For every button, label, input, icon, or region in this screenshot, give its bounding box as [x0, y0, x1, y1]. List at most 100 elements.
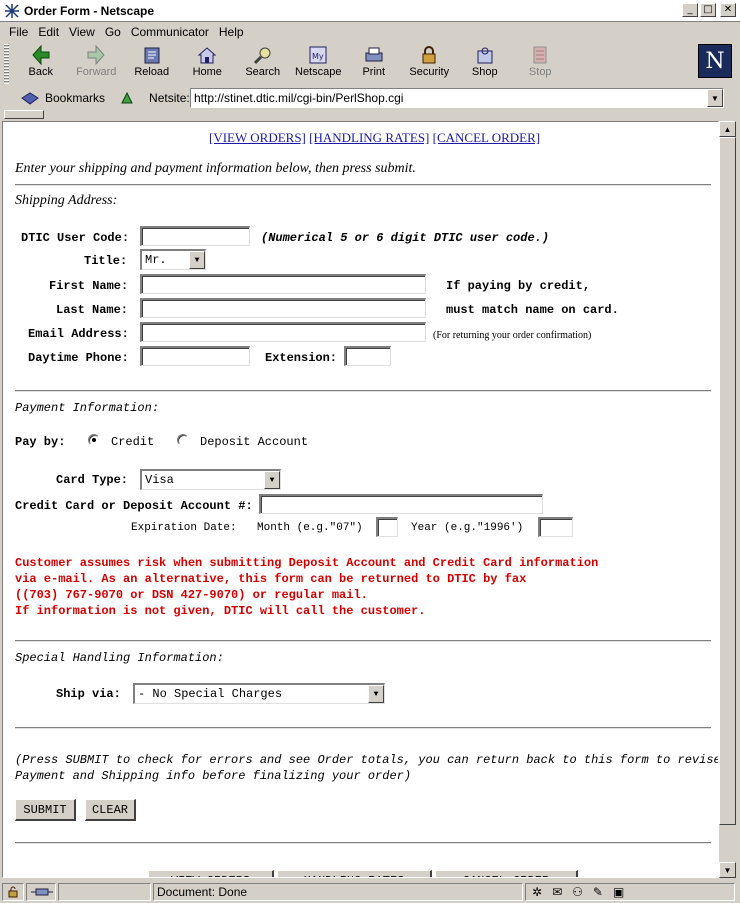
title-dropdown-button[interactable]: ▼ [189, 251, 205, 269]
home-label: Home [192, 66, 222, 78]
bookmarks-button[interactable]: Bookmarks [20, 90, 105, 106]
reload-label: Reload [134, 66, 170, 78]
url-input[interactable]: http://stinet.dtic.mil/cgi-bin/PerlShop.… [190, 88, 724, 108]
scroll-down-button[interactable]: ▼ [719, 862, 736, 878]
composer-icon[interactable]: ✎ [593, 885, 603, 899]
print-label: Print [362, 66, 386, 78]
url-dropdown-button[interactable]: ▼ [707, 89, 723, 107]
view-orders-button[interactable]: VIEW ORDERS [148, 870, 274, 877]
ship-via-dropdown-button[interactable]: ▼ [368, 685, 384, 703]
intro-text: Enter your shipping and payment informat… [15, 161, 416, 176]
navigator-icon[interactable]: ✲ [532, 885, 542, 899]
dtic-code-field[interactable] [140, 226, 250, 246]
collapsed-toolbar-tab[interactable] [4, 110, 44, 119]
card-type-dropdown-button[interactable]: ▼ [264, 471, 280, 489]
phone-label: Daytime Phone: [28, 351, 129, 365]
warning-line-4: If information is not given, DTIC will c… [15, 604, 426, 618]
discussion-icon[interactable]: ⚇ [572, 885, 583, 899]
back-button[interactable]: Back [13, 42, 69, 84]
top-links: [VIEW ORDERS] [HANDLING RATES] [CANCEL O… [209, 130, 540, 146]
divider [15, 727, 711, 729]
cancel-order-button[interactable]: CANCEL ORDER [435, 870, 578, 877]
last-name-field[interactable] [140, 298, 426, 318]
minimize-icon: _ [687, 4, 693, 15]
home-button[interactable]: Home [180, 42, 236, 84]
security-button[interactable]: Security [402, 42, 458, 84]
submit-button[interactable]: SUBMIT [15, 799, 76, 821]
print-icon [365, 47, 383, 62]
menu-communicator[interactable]: Communicator [131, 25, 209, 39]
vertical-scrollbar[interactable]: ▲ ▼ [719, 121, 736, 878]
page-proxy-icon[interactable] [119, 90, 135, 106]
address-book-icon[interactable]: ▣ [613, 885, 624, 899]
netscape-button[interactable]: My Netscape [291, 42, 347, 84]
connection-icon [31, 888, 53, 895]
credit-note-1: If paying by credit, [446, 279, 591, 293]
card-type-select[interactable]: Visa ▼ [140, 469, 281, 490]
menu-go[interactable]: Go [105, 25, 121, 39]
deposit-radio-label: Deposit Account [200, 435, 309, 449]
forward-button[interactable]: Forward [69, 42, 125, 84]
month-field[interactable] [376, 517, 398, 537]
credit-note-2: must match name on card. [446, 303, 619, 317]
view-orders-link[interactable]: [VIEW ORDERS] [209, 130, 306, 145]
year-field[interactable] [538, 517, 573, 537]
security-status[interactable] [2, 882, 24, 901]
first-name-label: First Name: [49, 279, 129, 293]
toolbar-grip[interactable] [4, 44, 9, 84]
email-field[interactable] [140, 322, 426, 342]
print-button[interactable]: Print [346, 42, 402, 84]
deposit-radio[interactable] [177, 434, 189, 446]
phone-field[interactable] [140, 346, 250, 366]
warning-line-2: via e-mail. As an alternative, this form… [15, 572, 527, 586]
first-name-field[interactable] [140, 274, 426, 294]
card-number-label: Credit Card or Deposit Account #: [15, 499, 253, 513]
reload-button[interactable]: Reload [124, 42, 180, 84]
chevron-down-icon: ▼ [711, 93, 719, 103]
component-bar: ✲ ✉ ⚇ ✎ ▣ [525, 882, 735, 901]
menu-view[interactable]: View [69, 25, 95, 39]
forward-icon [87, 45, 105, 65]
title-bar[interactable]: Order Form - Netscape _ □ ✕ [0, 0, 740, 22]
warning-line-1: Customer assumes risk when submitting De… [15, 556, 599, 570]
home-icon [197, 47, 217, 64]
handling-rates-button[interactable]: HANDLING RATES [277, 870, 432, 877]
stop-button[interactable]: Stop [513, 42, 569, 84]
back-label: Back [28, 66, 53, 78]
mail-icon[interactable]: ✉ [552, 885, 562, 899]
submit-note-line-1: (Press SUBMIT to check for errors and se… [15, 753, 719, 767]
credit-radio-label: Credit [111, 435, 155, 449]
close-button[interactable]: ✕ [720, 3, 736, 17]
title-select[interactable]: Mr. ▼ [140, 249, 206, 270]
divider [15, 390, 711, 392]
credit-radio[interactable] [88, 434, 100, 446]
ship-via-select[interactable]: - No Special Charges ▼ [133, 683, 385, 704]
menu-file[interactable]: File [9, 25, 28, 39]
clear-button[interactable]: CLEAR [85, 799, 136, 821]
minimize-button[interactable]: _ [682, 3, 698, 17]
expiration-label: Expiration Date: [131, 522, 237, 534]
netscape-logo[interactable]: N [698, 44, 732, 78]
menu-edit[interactable]: Edit [38, 25, 59, 39]
search-icon [253, 47, 271, 65]
connection-status [26, 882, 56, 901]
card-number-field[interactable] [259, 494, 543, 514]
dtic-code-label: DTIC User Code: [21, 231, 130, 245]
menu-help[interactable]: Help [219, 25, 244, 39]
shipping-heading: Shipping Address: [15, 193, 118, 208]
scroll-up-button[interactable]: ▲ [719, 121, 736, 137]
page-content[interactable]: [VIEW ORDERS] [HANDLING RATES] [CANCEL O… [2, 121, 719, 878]
extension-field[interactable] [344, 346, 391, 366]
search-button[interactable]: Search [235, 42, 291, 84]
netsite-label: Netsite: [149, 91, 190, 105]
search-label: Search [245, 66, 281, 78]
cancel-order-link[interactable]: [CANCEL ORDER] [433, 130, 541, 145]
url-text: http://stinet.dtic.mil/cgi-bin/PerlShop.… [194, 91, 404, 105]
divider [15, 184, 711, 186]
handling-rates-link[interactable]: [HANDLING RATES] [309, 130, 429, 145]
status-bar: Document: Done ✲ ✉ ⚇ ✎ ▣ [0, 880, 740, 903]
scroll-thumb[interactable] [719, 137, 736, 825]
shop-button[interactable]: Shop [457, 42, 513, 84]
maximize-button[interactable]: □ [700, 3, 716, 17]
stop-icon [533, 46, 547, 64]
